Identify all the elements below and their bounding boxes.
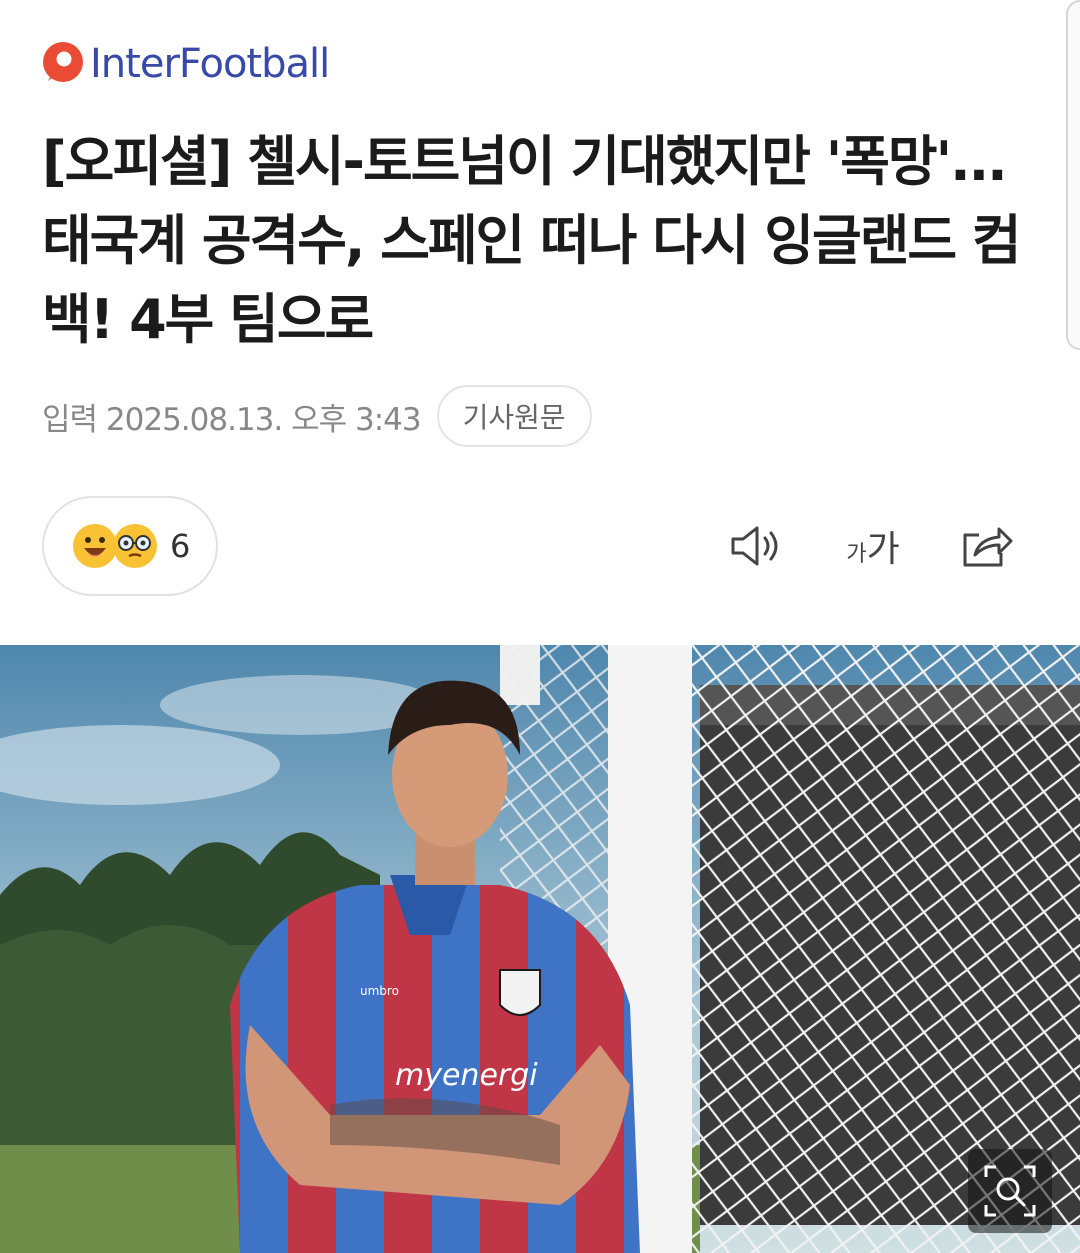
scrollbar-edge[interactable]: [1066, 0, 1080, 350]
shirt-sponsor: myenergi: [395, 1058, 538, 1093]
original-article-button[interactable]: 기사원문: [436, 385, 592, 447]
share-button[interactable]: [956, 516, 1016, 576]
zoom-button[interactable]: [968, 1149, 1052, 1233]
speaker-icon: [731, 526, 778, 566]
logo-mark-icon: [43, 42, 83, 82]
zoom-icon: [984, 1165, 1036, 1217]
tts-button[interactable]: [726, 516, 786, 576]
article-photo[interactable]: umbro myenergi: [0, 645, 1080, 1253]
reaction-count: 6: [170, 527, 191, 565]
reaction-button[interactable]: 6: [42, 496, 218, 596]
published-date: 입력 2025.08.13. 오후 3:43: [42, 401, 422, 438]
site-logo[interactable]: InterFootball: [40, 38, 330, 90]
kit-brand: umbro: [360, 984, 399, 998]
share-icon: [963, 527, 1013, 567]
logo-text: InterFootball: [90, 41, 330, 87]
glasses-face-icon: [113, 524, 157, 568]
article-title: [오피셜] 첼시-토트넘이 기대했지만 '폭망'...태국계 공격수, 스페인 …: [42, 130, 1022, 351]
article-meta: 입력 2025.08.13. 오후 3:43 기사원문: [42, 384, 592, 448]
player-photo-illustration: umbro myenergi: [0, 645, 1080, 1253]
font-size-button[interactable]: 가가: [838, 516, 908, 576]
font-size-label: 가가: [846, 529, 900, 570]
original-article-label: 기사원문: [462, 401, 566, 434]
